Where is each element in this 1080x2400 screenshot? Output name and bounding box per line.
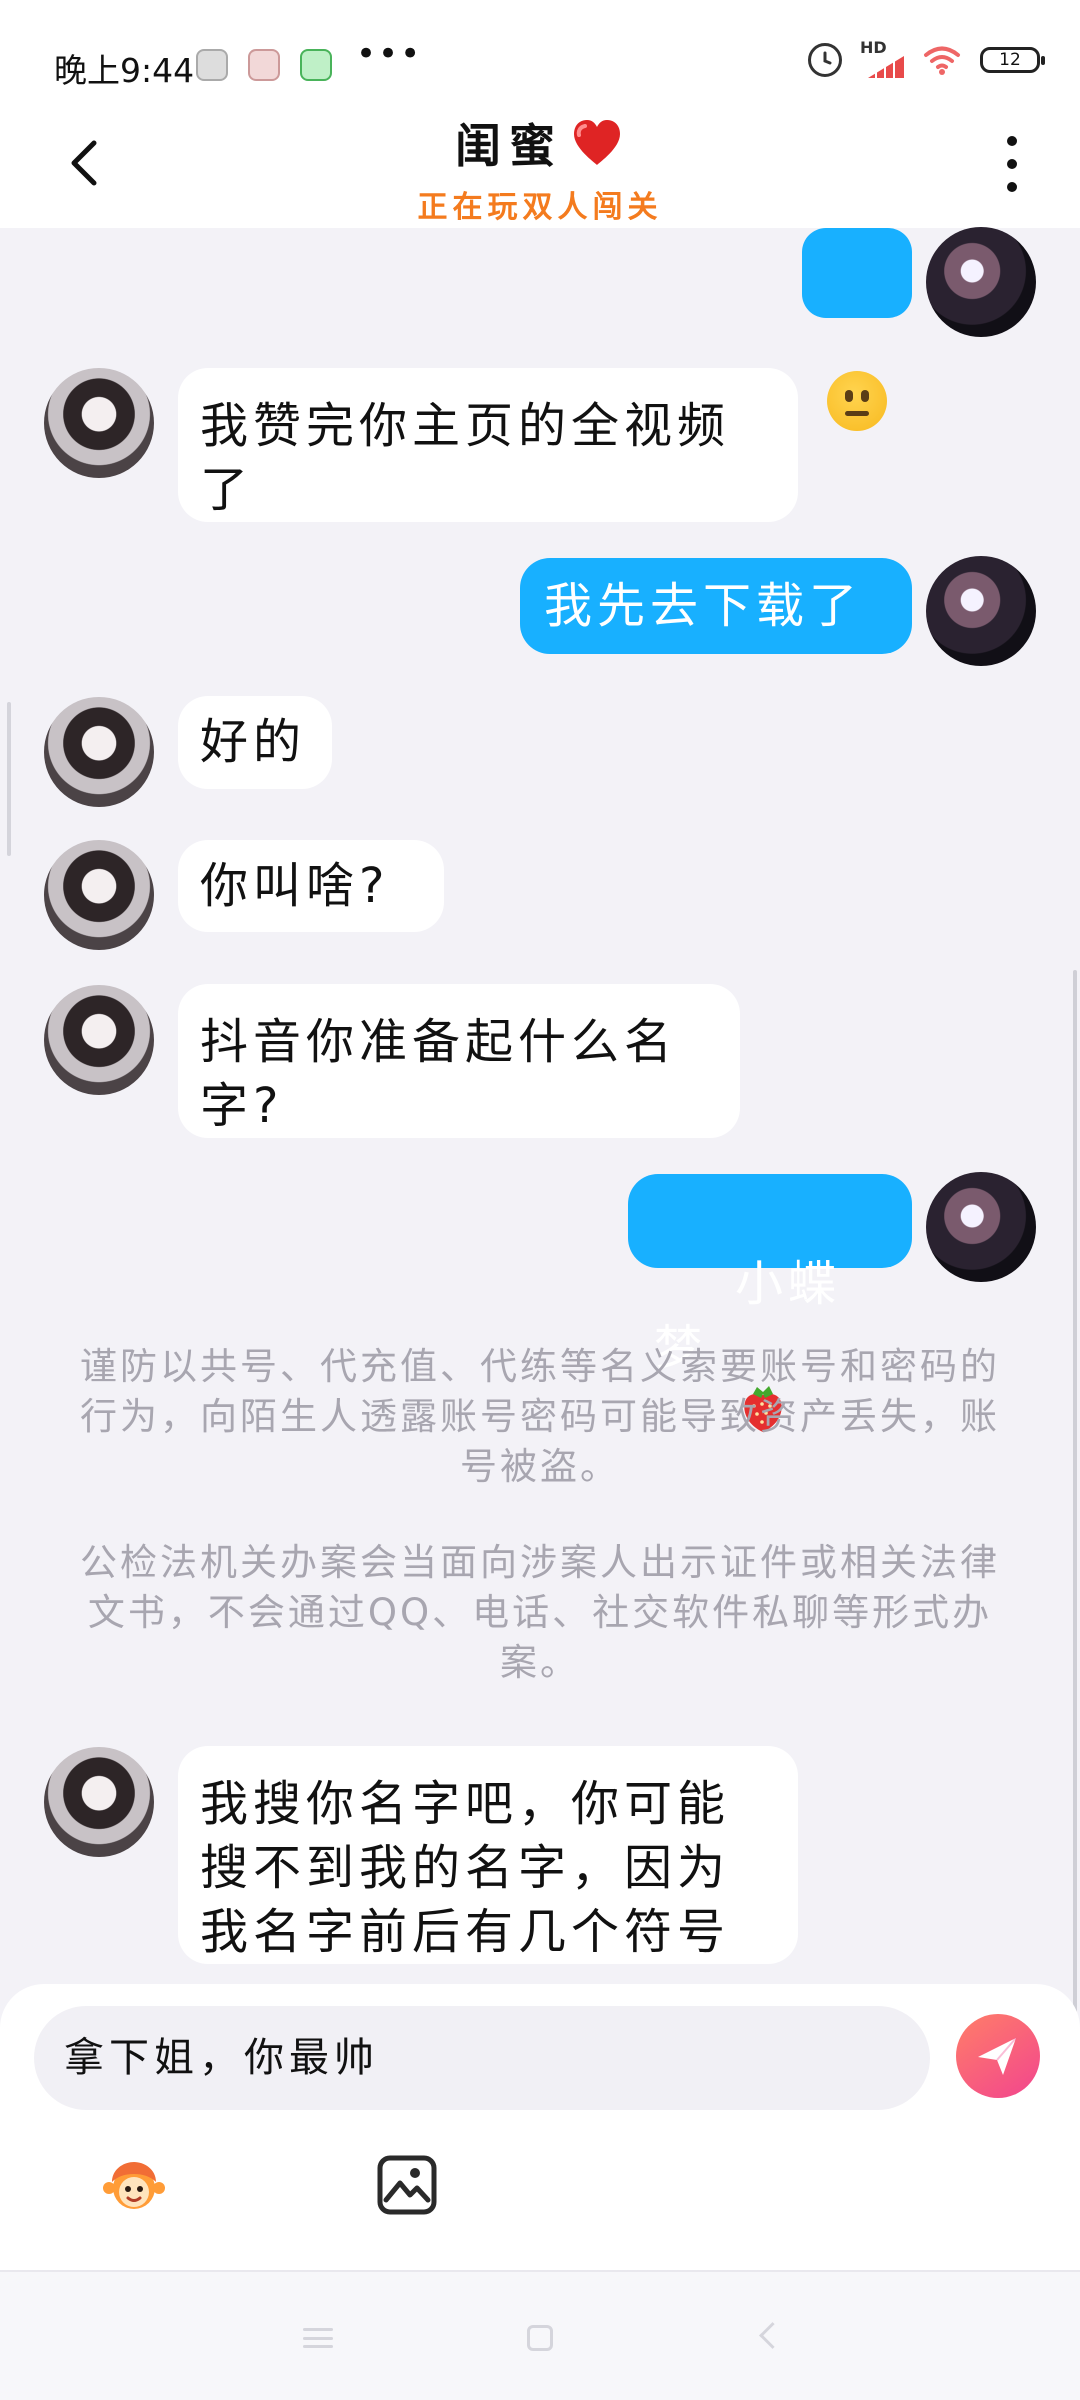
more-icon-dot [1007, 136, 1017, 146]
wifi-icon [922, 44, 962, 76]
message-bubble-friend[interactable]: 抖音你准备起什么名 字? [178, 984, 740, 1138]
chat-title-text: 闺蜜 [455, 119, 563, 173]
message-bubble-me[interactable] [802, 228, 912, 431]
message-bubble-me[interactable]: 小蝶梦 [628, 1174, 912, 1432]
neutral-face-icon [827, 371, 887, 431]
send-icon [978, 2037, 1017, 2075]
hd-label: HD [860, 38, 887, 57]
emoji-tool-icon[interactable] [101, 2152, 167, 2218]
message-bubble-friend[interactable]: 你叫啥? [178, 840, 444, 932]
battery-indicator: 12 [980, 47, 1045, 73]
home-button[interactable] [527, 2325, 553, 2351]
friend-avatar[interactable] [44, 697, 154, 807]
system-navigation-bar [0, 2270, 1080, 2400]
legal-notice: 公检法机关办案会当面向涉案人出示证件或相关法律文书，不会通过QQ、电话、社交软件… [80, 1541, 1000, 1684]
chat-message-list[interactable]: 我赞完你主页的全视频 了 我先去下载了 好的 你叫啥? 抖音你准备起什么名 字?… [0, 227, 1080, 2206]
input-panel [0, 1984, 1080, 2270]
more-options-button[interactable] [1004, 136, 1020, 192]
status-app-icons [196, 49, 332, 81]
message-input[interactable] [34, 2006, 930, 2110]
notification-app-icon [300, 49, 332, 81]
message-bubble-friend[interactable]: 我搜你名字吧，你可能 搜不到我的名字，因为 我名字前后有几个符号 [178, 1746, 798, 1964]
my-avatar[interactable] [926, 227, 1036, 337]
chat-status-subtitle: 正在玩双人闯关 [417, 190, 663, 225]
alarm-icon [808, 43, 842, 77]
left-edge-scroll-indicator[interactable] [7, 702, 11, 856]
chat-title: 闺蜜 [455, 110, 625, 176]
system-back-button[interactable] [759, 2322, 786, 2349]
friend-avatar[interactable] [44, 985, 154, 1095]
heart-icon [574, 120, 620, 165]
status-time: 晚上9:44 [54, 51, 195, 90]
battery-level: 12 [999, 50, 1021, 70]
message-bubble-me[interactable]: 我先去下载了 [520, 558, 912, 654]
more-icon-dot [1007, 159, 1017, 169]
status-more-indicator: ••• [356, 34, 423, 74]
friend-avatar[interactable] [44, 368, 154, 478]
message-bubble-friend[interactable]: 我赞完你主页的全视频 了 [178, 368, 798, 522]
notification-app-icon [248, 49, 280, 81]
friend-avatar[interactable] [44, 1747, 154, 1857]
message-bubble-friend[interactable]: 好的 [178, 696, 332, 789]
notification-app-icon [196, 49, 228, 81]
signal-icon: HD [860, 38, 904, 78]
recent-apps-button[interactable] [303, 2328, 333, 2348]
chat-title-area: 闺蜜 正在玩双人闯关 [0, 110, 1080, 226]
menu-line [303, 2345, 333, 2348]
menu-line [303, 2328, 333, 2331]
image-icon[interactable] [374, 2152, 440, 2218]
security-notice: 谨防以共号、代充值、代练等名义索要账号和密码的行为，向陌生人透露账号密码可能导致… [80, 1345, 1000, 1488]
chat-header: 闺蜜 正在玩双人闯关 [0, 100, 1080, 228]
send-button[interactable] [956, 2014, 1040, 2098]
status-system-icons: HD 12 [808, 38, 1045, 78]
friend-avatar[interactable] [44, 840, 154, 950]
my-avatar[interactable] [926, 1172, 1036, 1282]
my-avatar[interactable] [926, 556, 1036, 666]
menu-line [303, 2336, 333, 2340]
more-icon-dot [1007, 182, 1017, 192]
